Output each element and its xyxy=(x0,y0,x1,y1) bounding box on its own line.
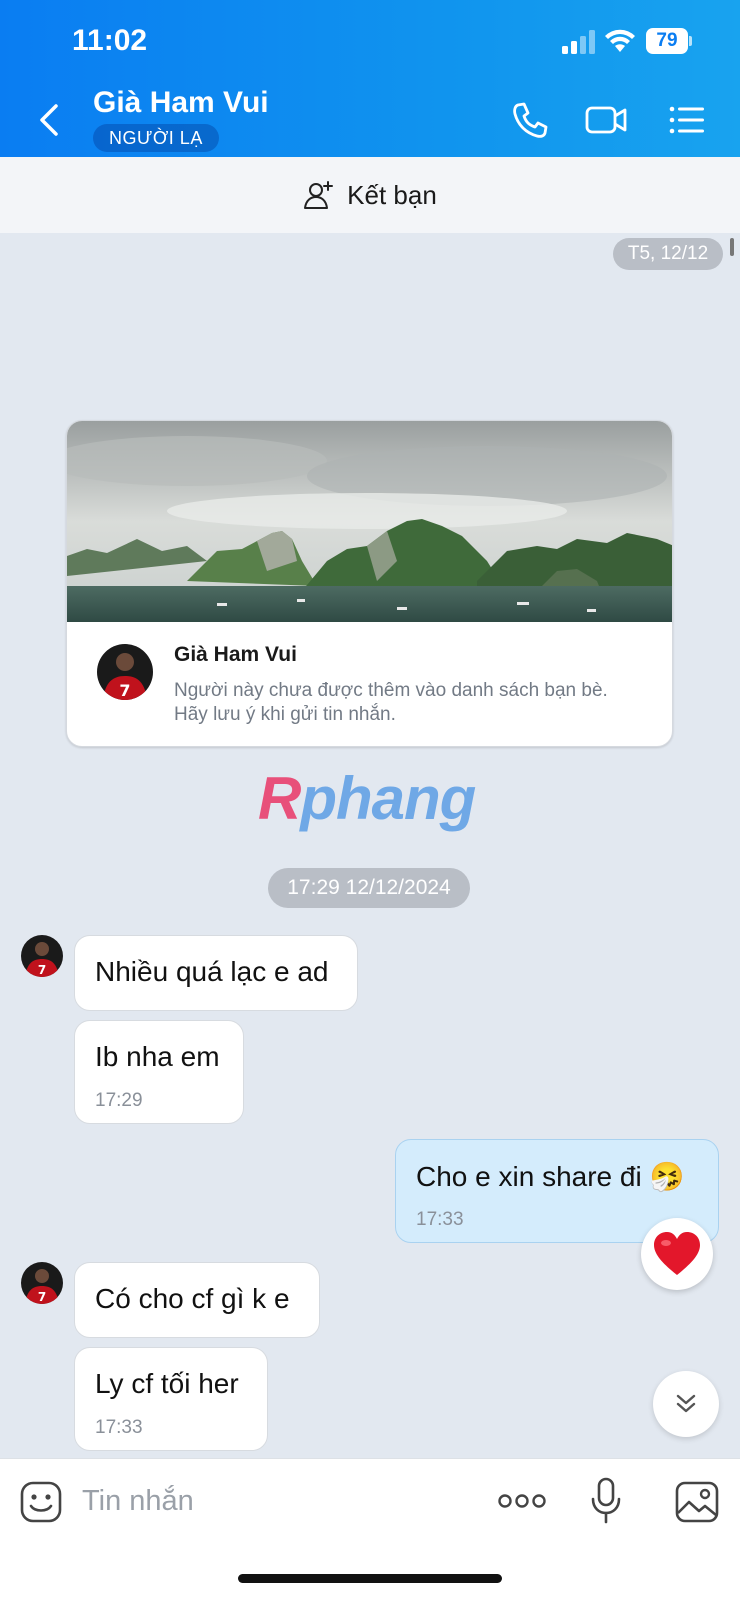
add-user-icon xyxy=(304,181,334,209)
back-icon[interactable] xyxy=(34,98,66,142)
scrollbar[interactable] xyxy=(730,238,734,256)
profile-card[interactable]: 7 Già Ham Vui Người này chưa được thêm v… xyxy=(66,420,673,747)
phone-icon[interactable] xyxy=(508,98,552,142)
scroll-to-bottom-button[interactable] xyxy=(653,1371,719,1437)
battery-indicator: 79 xyxy=(646,28,692,54)
message-time: 17:33 xyxy=(416,1209,464,1230)
message-time: 17:33 xyxy=(95,1417,143,1438)
svg-text:7: 7 xyxy=(119,681,130,700)
message-text: Ly cf tối her xyxy=(95,1368,239,1399)
message-text: Có cho cf gì k e xyxy=(95,1283,290,1314)
stranger-note: Người này chưa được thêm vào danh sách b… xyxy=(174,680,608,725)
svg-text:7: 7 xyxy=(38,963,46,977)
card-contact-name: Già Ham Vui xyxy=(174,643,297,666)
add-friend-label: Kết bạn xyxy=(347,179,437,210)
sender-avatar[interactable]: 7 xyxy=(21,935,63,977)
status-time: 11:02 xyxy=(72,24,148,57)
microphone-icon[interactable] xyxy=(590,1477,622,1525)
chat-header: 11:02 79 Già Ham Vui NGƯỜI LẠ xyxy=(0,0,740,157)
battery-level: 79 xyxy=(646,28,688,54)
double-chevron-down-icon xyxy=(676,1394,696,1413)
message-bubble[interactable]: Nhiều quá lạc e ad xyxy=(74,935,358,1011)
message-text: Ib nha em xyxy=(95,1041,220,1072)
heart-icon xyxy=(654,1232,700,1275)
message-bubble[interactable]: Ib nha em 17:29 xyxy=(74,1020,244,1124)
video-call-icon[interactable] xyxy=(584,98,628,142)
watermark-logo: Rphang xyxy=(258,765,476,832)
svg-text:7: 7 xyxy=(38,1290,46,1304)
message-time: 17:29 xyxy=(95,1090,143,1111)
message-text: Nhiều quá lạc e ad xyxy=(95,956,329,987)
datetime-pill: 17:29 12/12/2024 xyxy=(268,868,470,908)
add-friend-button[interactable]: Kết bạn xyxy=(0,157,740,233)
home-indicator xyxy=(238,1574,502,1583)
cellular-signal-icon xyxy=(562,30,595,54)
stranger-badge: NGƯỜI LẠ xyxy=(93,124,219,152)
menu-list-icon[interactable] xyxy=(666,98,710,142)
message-input[interactable]: Tin nhắn xyxy=(82,1485,194,1518)
more-icon[interactable] xyxy=(498,1491,546,1511)
sender-avatar[interactable]: 7 xyxy=(21,1262,63,1304)
image-icon[interactable] xyxy=(675,1481,719,1523)
contact-avatar[interactable]: 7 xyxy=(97,644,153,700)
wifi-icon xyxy=(605,29,635,52)
message-text: Cho e xin share đi 🤧 xyxy=(416,1161,685,1192)
heart-reaction[interactable] xyxy=(641,1218,713,1290)
cover-photo xyxy=(67,421,672,622)
sticker-icon[interactable] xyxy=(20,1481,62,1523)
message-bubble[interactable]: Có cho cf gì k e xyxy=(74,1262,320,1338)
message-bubble[interactable]: Ly cf tối her 17:33 xyxy=(74,1347,268,1451)
date-pill: T5, 12/12 xyxy=(613,238,723,270)
contact-name[interactable]: Già Ham Vui xyxy=(93,86,269,120)
